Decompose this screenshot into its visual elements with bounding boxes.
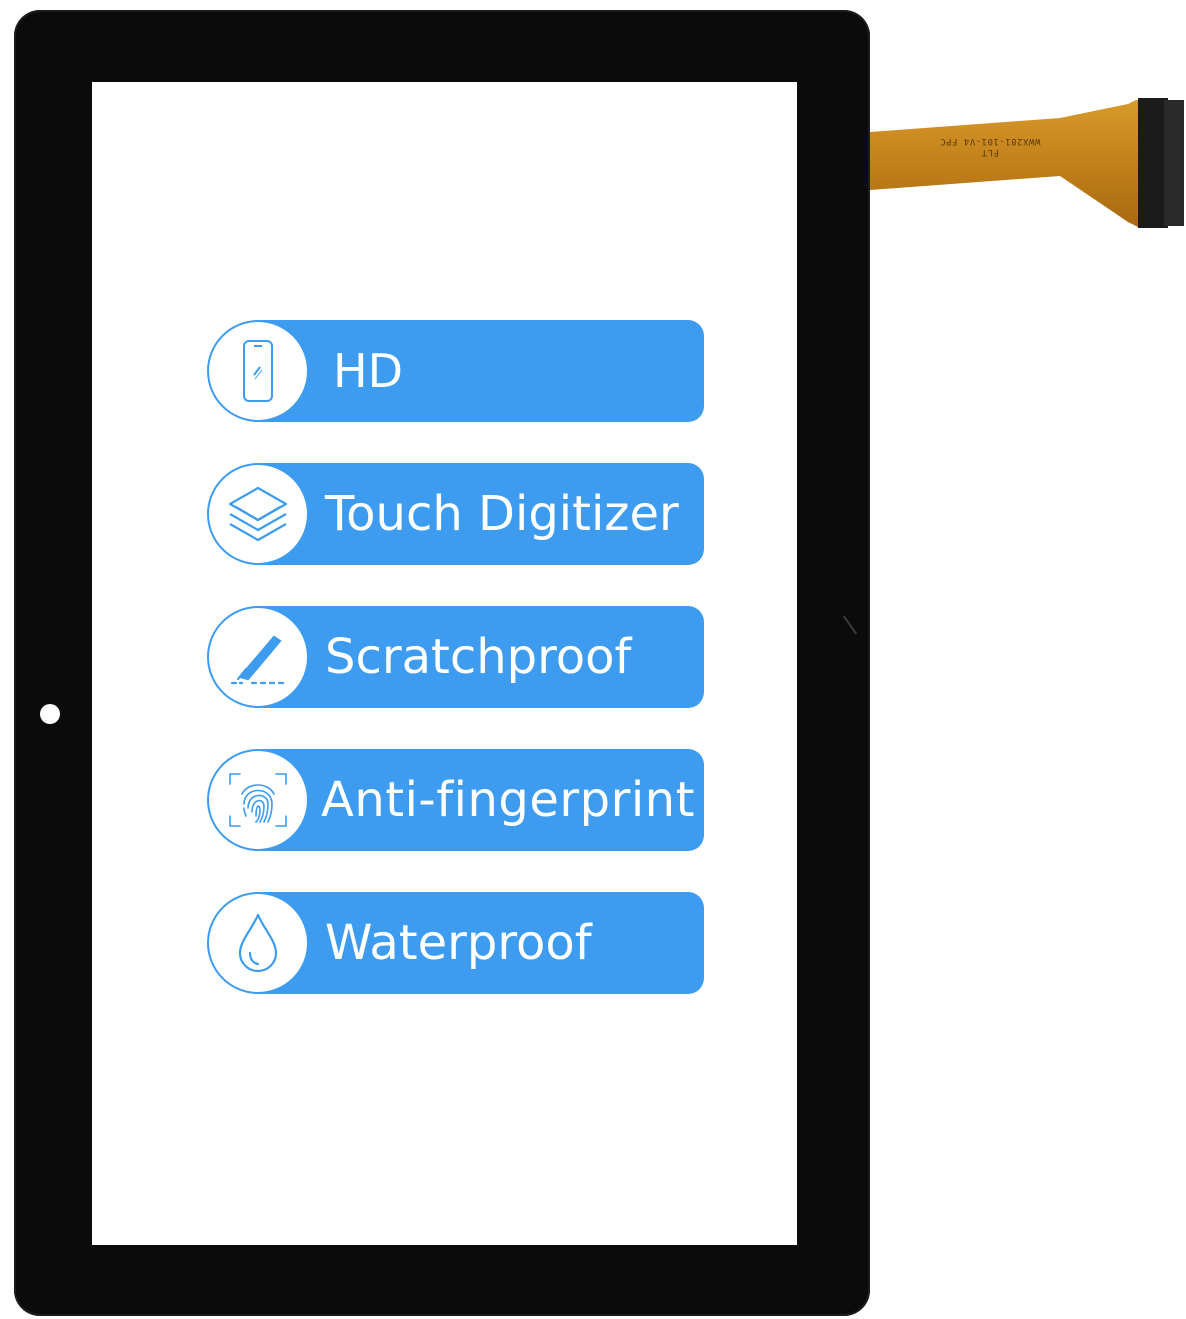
cable-label-line1: FLT	[981, 147, 999, 157]
feature-anti-fingerprint: Anti-fingerprint	[207, 749, 707, 851]
cable-label-line2: WWX281-101-V4 FPC	[939, 136, 1041, 146]
bezel-mark	[842, 615, 858, 635]
feature-label: Scratchproof	[325, 629, 632, 685]
camera-hole	[40, 704, 60, 724]
feature-waterproof: Waterproof	[207, 892, 707, 994]
cable-label: FLT WWX281-101-V4 FPC	[915, 135, 1065, 157]
feature-label: Waterproof	[325, 915, 592, 971]
feature-pill	[247, 320, 704, 422]
feature-hd: HD	[207, 320, 707, 422]
feature-label: Anti-fingerprint	[321, 772, 695, 828]
phone-screen-icon	[207, 320, 309, 422]
blade-scratch-icon	[207, 606, 309, 708]
feature-label: Touch Digitizer	[325, 486, 679, 542]
feature-touch-digitizer: Touch Digitizer	[207, 463, 707, 565]
feature-label: HD	[333, 344, 404, 398]
water-drop-icon	[207, 892, 309, 994]
layers-icon	[207, 463, 309, 565]
feature-list: HD Touch Digitizer Scratchproof Anti-fin…	[207, 320, 707, 1035]
feature-scratchproof: Scratchproof	[207, 606, 707, 708]
fingerprint-icon	[207, 749, 309, 851]
